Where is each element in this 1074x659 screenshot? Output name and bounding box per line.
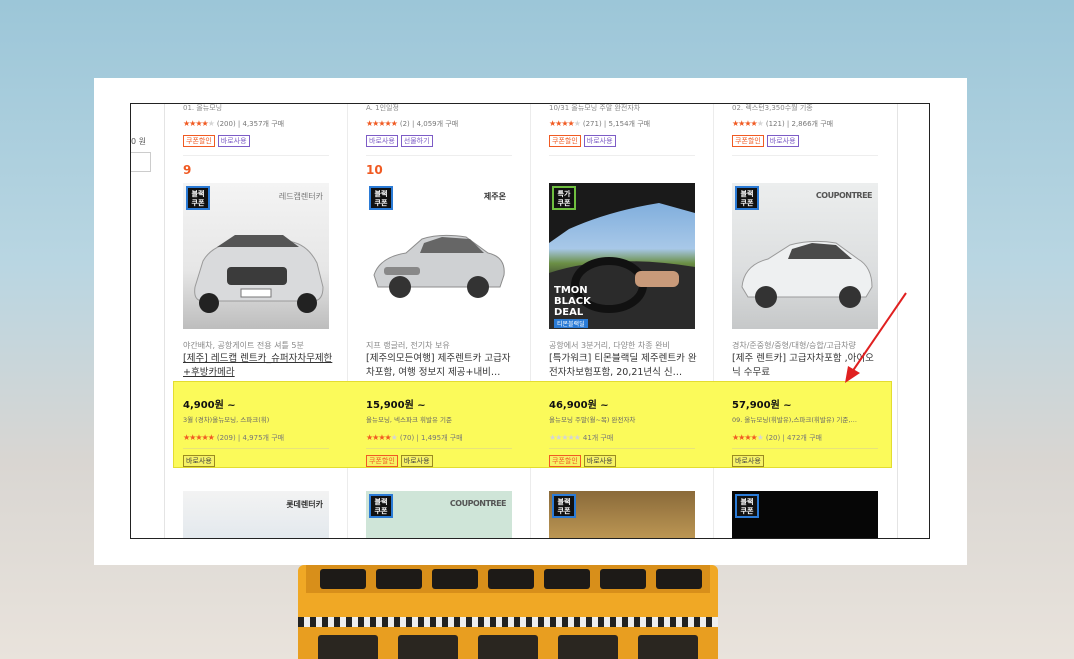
- product-subtitle: 경차/준중형/중형/대형/승합/고급차량: [732, 341, 856, 350]
- rank-number: 10: [366, 163, 383, 177]
- direct-use-tag: 바로사용: [583, 135, 616, 147]
- coupon-tag: 쿠폰할인: [183, 135, 215, 147]
- rank-number: 9: [183, 163, 192, 177]
- brand-label: 롯데렌터카: [286, 500, 323, 509]
- coupon-tag: 쿠폰할인: [366, 455, 398, 467]
- rating-stars: ★★★★★ (20) | 472개 구매: [732, 433, 822, 442]
- black-coupon-badge: 블랙 쿠폰: [552, 494, 576, 518]
- product-title-link[interactable]: [제주의모든여행] 제주렌트카 고급자차포함, 여행 정보지 제공+내비…: [366, 352, 516, 380]
- deal-logo-subtext: 티몬블랙딜: [554, 319, 588, 328]
- black-coupon-badge: 블랙 쿠폰: [369, 186, 393, 210]
- price-input[interactable]: [131, 152, 151, 172]
- price-block: 46,900원 ~ 올뉴모닝 주말(월~목) 완전자차 ★★★★★ 41개 구매 …: [549, 396, 699, 467]
- brand-label: 레드캡렌터카: [278, 192, 323, 201]
- brand-label: 제주온: [483, 192, 506, 201]
- price-block: 15,900원 ~ 올뉴모닝, 넥스파크 휘발유 기준 ★★★★★ (70) | …: [366, 396, 516, 467]
- price-basis-text: 올뉴모닝, 넥스파크 휘발유 기준: [366, 416, 453, 424]
- product-price: 4,900원 ~: [183, 400, 236, 411]
- product-subtitle: 지프 랭글러, 전기차 보유: [366, 341, 450, 350]
- special-coupon-badge: 특가 쿠폰: [552, 186, 576, 210]
- product-thumbnail[interactable]: 블랙 쿠폰 COUPONTREE: [366, 491, 512, 538]
- coupon-tag: 쿠폰할인: [549, 455, 581, 467]
- product-subtitle: 야간배차, 공항게이트 전용 셔틀 5분: [183, 341, 304, 350]
- coupon-tag: 쿠폰할인: [732, 135, 764, 147]
- rating-stars: ★★★★★ (2) | 4,059개 구매: [366, 119, 459, 128]
- product-thumbnail[interactable]: 블랙 쿠폰 제주온: [366, 183, 512, 329]
- list-item[interactable]: 02. 렉스턴3,350수월 기종 ★★★★★ (121) | 2,866개 구매…: [732, 104, 878, 156]
- product-price: 57,900원 ~: [732, 400, 792, 411]
- product-title-link[interactable]: [특가워크] 티몬블랙딜 제주렌트카 완전자차보험포함, 20,21년식 신…: [549, 352, 699, 380]
- direct-use-tag: 바로사용: [766, 135, 799, 147]
- direct-use-tag: 바로사용: [583, 455, 616, 467]
- price-basis-text: 09. 올뉴모닝(휘발유),스파크(휘발유) 기준,…: [732, 416, 857, 424]
- rating-stars: ★★★★★ (209) | 4,975개 구매: [183, 433, 285, 442]
- product-thumbnail[interactable]: 롯데렌터카: [183, 491, 329, 538]
- list-item[interactable]: 01. 올뉴모닝 ★★★★★ (200) | 4,357개 구매 쿠폰할인 바로사용: [183, 104, 329, 156]
- list-item[interactable]: 10/31 올뉴모닝 주말 완전자차 ★★★★★ (271) | 5,154개 구…: [549, 104, 695, 156]
- brand-logo-coupontree: COUPONTREE: [815, 191, 873, 200]
- product-thumbnail[interactable]: 블랙 쿠폰: [549, 491, 695, 538]
- direct-use-tag: 바로사용: [183, 455, 215, 467]
- price-basis-text: 3월 (경차)올뉴모닝, 스파크(휘): [183, 416, 270, 424]
- price-basis-text: 올뉴모닝 주말(월~목) 완전자차: [549, 416, 636, 424]
- deal-logo-text: TMON BLACK DEAL: [554, 285, 591, 318]
- product-thumbnail[interactable]: 특가 쿠폰 TMON BLACK DEAL 티몬블랙딜: [549, 183, 695, 329]
- background-bus-image: [298, 565, 718, 659]
- brand-logo-coupontree: COUPONTREE: [449, 499, 507, 508]
- black-coupon-badge: 블랙 쿠폰: [735, 494, 759, 518]
- price-block: 57,900원 ~ 09. 올뉴모닝(휘발유),스파크(휘발유) 기준,… ★★…: [732, 396, 882, 467]
- direct-use-tag: 바로사용: [400, 455, 433, 467]
- black-coupon-badge: 블랙 쿠폰: [186, 186, 210, 210]
- rating-stars: ★★★★★ (200) | 4,357개 구매: [183, 119, 285, 128]
- rating-stars: ★★★★★ 41개 구매: [549, 433, 614, 442]
- price-block: 4,900원 ~ 3월 (경차)올뉴모닝, 스파크(휘) ★★★★★ (209) …: [183, 396, 333, 467]
- product-list-screenshot: 0 원 01. 올뉴모닝 ★★★★★ (200) | 4,357개 구매 쿠폰할인…: [130, 103, 930, 539]
- product-thumbnail[interactable]: 블랙 쿠폰: [732, 491, 878, 538]
- direct-use-tag: 바로사용: [217, 135, 250, 147]
- product-thumbnail[interactable]: 블랙 쿠폰 레드캡렌터카: [183, 183, 329, 329]
- coupon-tag: 쿠폰할인: [549, 135, 581, 147]
- rating-stars: ★★★★★ (70) | 1,495개 구매: [366, 433, 463, 442]
- black-coupon-badge: 블랙 쿠폰: [735, 186, 759, 210]
- product-subtitle: 공항에서 3분거리, 다양한 차종 완비: [549, 341, 670, 350]
- direct-use-tag: 바로사용: [732, 455, 764, 467]
- product-price: 15,900원 ~: [366, 400, 426, 411]
- product-title-link[interactable]: [제주] 레드캡 렌트카_슈퍼자차무제한+후방카메라: [183, 352, 333, 380]
- product-thumbnail[interactable]: 블랙 쿠폰 COUPONTREE: [732, 183, 878, 329]
- price-range-suffix: 0 원: [131, 137, 146, 146]
- filter-sidebar: 0 원: [131, 104, 165, 538]
- rating-stars: ★★★★★ (121) | 2,866개 구매: [732, 119, 834, 128]
- black-coupon-badge: 블랙 쿠폰: [369, 494, 393, 518]
- rating-stars: ★★★★★ (271) | 5,154개 구매: [549, 119, 651, 128]
- gift-tag: 선물하기: [400, 135, 433, 147]
- product-title-link[interactable]: [제주 렌트카] 고급자차포함 ,아이오닉 수무료: [732, 352, 882, 380]
- direct-use-tag: 바로사용: [366, 135, 398, 147]
- list-item[interactable]: A. 1인일정 ★★★★★ (2) | 4,059개 구매 바로사용 선물하기: [366, 104, 512, 156]
- product-price: 46,900원 ~: [549, 400, 609, 411]
